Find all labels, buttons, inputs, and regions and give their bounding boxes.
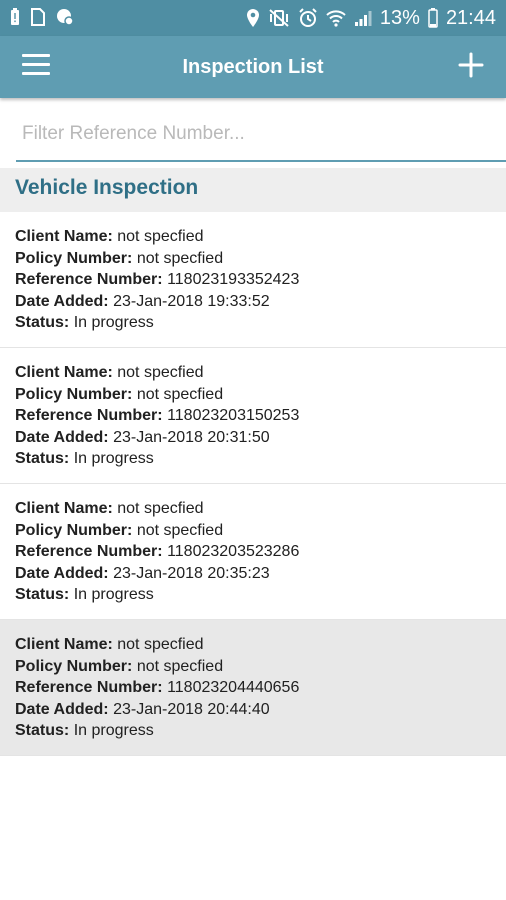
signal-icon	[354, 11, 372, 26]
filter-field	[16, 110, 506, 162]
policy-number-row: Policy Number: not specfied	[15, 385, 224, 403]
reference-number-row: Reference Number: 118023203150253	[15, 407, 300, 424]
policy-number-row: Policy Number: not specfied	[15, 521, 224, 539]
reference-number-row: Reference Number: 118023193352423	[15, 271, 300, 288]
inspection-list: Client Name: not specfied Policy Number:…	[0, 212, 506, 756]
status-row: Status: In progress	[15, 450, 154, 467]
location-icon	[246, 9, 259, 27]
date-added-row: Date Added: 23-Jan-2018 20:35:23	[15, 564, 270, 582]
policy-number-row: Policy Number: not specfied	[15, 657, 224, 675]
client-name-row: Client Name: not specfied	[15, 500, 204, 517]
section-title: Vehicle Inspection	[15, 176, 199, 199]
battery-icon	[428, 8, 438, 28]
policy-number-row: Policy Number: not specfied	[15, 249, 224, 267]
section-header: Vehicle Inspection	[0, 168, 506, 212]
reference-number-row: Reference Number: 118023203523286	[15, 543, 300, 560]
status-bar: 13% 21:44	[0, 0, 506, 36]
file-icon	[31, 8, 45, 26]
status-row: Status: In progress	[15, 314, 154, 331]
app-bar: Inspection List	[0, 36, 506, 98]
date-added-row: Date Added: 23-Jan-2018 19:33:52	[15, 292, 270, 310]
menu-button[interactable]	[22, 54, 50, 76]
client-name-row: Client Name: not specfied	[15, 228, 204, 245]
date-added-row: Date Added: 23-Jan-2018 20:44:40	[15, 700, 270, 718]
page-title: Inspection List	[182, 56, 324, 78]
system-icons: 13% 21:44	[246, 5, 496, 31]
status-row: Status: In progress	[15, 586, 154, 603]
filter-reference-input[interactable]	[16, 110, 506, 158]
inspection-item[interactable]: Client Name: not specfied Policy Number:…	[0, 212, 506, 348]
inspection-item[interactable]: Client Name: not specfied Policy Number:…	[0, 348, 506, 484]
client-name-row: Client Name: not specfied	[15, 364, 204, 381]
status-row: Status: In progress	[15, 722, 154, 739]
inspection-item[interactable]: Client Name: not specfied Policy Number:…	[0, 620, 506, 756]
inspection-item[interactable]: Client Name: not specfied Policy Number:…	[0, 484, 506, 620]
date-added-row: Date Added: 23-Jan-2018 20:31:50	[15, 428, 270, 446]
alarm-icon	[299, 8, 317, 27]
wifi-icon	[326, 10, 346, 27]
vibrate-icon	[269, 9, 289, 27]
app-notification-icon	[57, 9, 74, 26]
battery-percentage: 13%	[379, 7, 420, 29]
client-name-row: Client Name: not specfied	[15, 636, 204, 653]
notification-icons	[10, 8, 74, 26]
hamburger-icon	[22, 54, 50, 57]
reference-number-row: Reference Number: 118023204440656	[15, 679, 300, 696]
battery-alert-icon	[11, 8, 19, 25]
clock: 21:44	[445, 7, 496, 29]
add-icon[interactable]	[456, 50, 486, 80]
